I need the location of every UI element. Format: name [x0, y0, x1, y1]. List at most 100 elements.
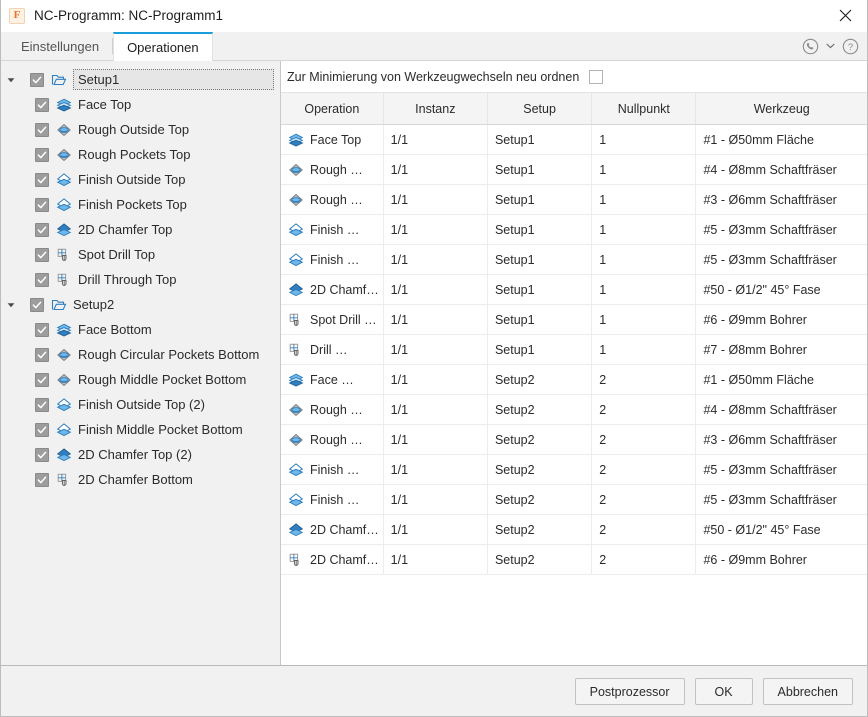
tree-item-checkbox[interactable]	[35, 222, 49, 237]
phone-support-icon[interactable]	[801, 37, 819, 55]
help-question-icon[interactable]: ?	[841, 37, 859, 55]
table-row[interactable]: 2D Chamfe… 1/1 Setup2 2 #50 - Ø1/2" 45° Fase	[281, 514, 867, 545]
tree-item-checkbox[interactable]	[30, 72, 44, 87]
table-row[interactable]: Rough … 1/1 Setup2 2 #3 - Ø6mm Schaftfräser	[281, 424, 867, 455]
chevron-down-icon[interactable]	[824, 37, 836, 55]
tree-row[interactable]: 2D Chamfer Bottom	[1, 467, 280, 492]
close-icon[interactable]	[823, 0, 868, 31]
tree-expand-toggle-icon[interactable]	[1, 301, 21, 309]
operation-name: Finish …	[310, 222, 360, 237]
tree-row[interactable]: Spot Drill Top	[1, 242, 280, 267]
contour-finish-icon	[288, 492, 304, 508]
tree-item-label: Rough Middle Pocket Bottom	[78, 372, 247, 387]
reorder-checkbox[interactable]	[589, 69, 604, 84]
table-row[interactable]: Face … 1/1 Setup2 2 #1 - Ø50mm Fläche	[281, 364, 867, 395]
cell-werkzeug: #6 - Ø9mm Bohrer	[695, 304, 867, 335]
tree-row[interactable]: Face Bottom	[1, 317, 280, 342]
tree-row[interactable]: Face Top	[1, 92, 280, 117]
cell-operation: 2D Chamfe…	[281, 514, 384, 545]
tree-item-label: Face Bottom	[78, 322, 152, 337]
tree-expand-toggle-icon[interactable]	[1, 76, 21, 84]
tree-item-checkbox[interactable]	[35, 197, 49, 212]
column-header-setup[interactable]: Setup	[487, 93, 593, 125]
cell-nullpunkt: 1	[591, 304, 697, 335]
table-row[interactable]: Finish … 1/1 Setup1 1 #5 - Ø3mm Schaftfräser	[281, 244, 867, 275]
tree-row[interactable]: Rough Middle Pocket Bottom	[1, 367, 280, 392]
cell-setup: Setup1	[487, 304, 593, 335]
cell-operation: Rough …	[281, 424, 384, 455]
cell-operation: Face …	[281, 364, 384, 395]
adaptive-rough-icon	[56, 347, 72, 363]
tree-row[interactable]: 2D Chamfer Top (2)	[1, 442, 280, 467]
tree-row[interactable]: Rough Pockets Top	[1, 142, 280, 167]
cell-nullpunkt: 2	[591, 514, 697, 545]
column-header-nullpunkt[interactable]: Nullpunkt	[591, 93, 697, 125]
cell-nullpunkt: 1	[591, 334, 697, 365]
setup-folder-icon	[51, 297, 67, 313]
table-row[interactable]: Drill … 1/1 Setup1 1 #7 - Ø8mm Bohrer	[281, 334, 867, 365]
tree-row[interactable]: Rough Circular Pockets Bottom	[1, 342, 280, 367]
cell-nullpunkt: 1	[591, 184, 697, 215]
cell-werkzeug: #1 - Ø50mm Fläche	[695, 364, 867, 395]
cell-instanz: 1/1	[383, 334, 488, 365]
cancel-button[interactable]: Abbrechen	[762, 678, 853, 705]
column-header-operation[interactable]: Operation	[281, 93, 384, 125]
table-row[interactable]: Spot Drill … 1/1 Setup1 1 #6 - Ø9mm Bohrer	[281, 304, 867, 335]
table-row[interactable]: Rough … 1/1 Setup1 1 #4 - Ø8mm Schaftfräser	[281, 154, 867, 185]
tree-row[interactable]: Finish Outside Top (2)	[1, 392, 280, 417]
tree-item-label: Drill Through Top	[78, 272, 177, 287]
table-row[interactable]: 2D Chamfe… 1/1 Setup1 1 #50 - Ø1/2" 45° Fase	[281, 274, 867, 305]
cell-instanz: 1/1	[383, 154, 488, 185]
operation-cell-content: Finish …	[288, 462, 382, 478]
tree-item-checkbox[interactable]	[35, 347, 49, 362]
cell-setup: Setup1	[487, 214, 593, 245]
tree-row[interactable]: Setup1	[1, 67, 280, 92]
table-row[interactable]: Face Top 1/1 Setup1 1 #1 - Ø50mm Fläche	[281, 124, 867, 155]
tree-row[interactable]: 2D Chamfer Top	[1, 217, 280, 242]
tree-item-checkbox[interactable]	[35, 447, 49, 462]
adaptive-rough-icon	[56, 372, 72, 388]
tree-item-checkbox[interactable]	[35, 97, 49, 112]
cell-instanz: 1/1	[383, 304, 488, 335]
table-row[interactable]: Rough … 1/1 Setup2 2 #4 - Ø8mm Schaftfräser	[281, 394, 867, 425]
tree-item-checkbox[interactable]	[35, 472, 49, 487]
tree-item-checkbox[interactable]	[35, 322, 49, 337]
tree-item-checkbox[interactable]	[35, 172, 49, 187]
table-row[interactable]: 2D Chamfe… 1/1 Setup2 2 #6 - Ø9mm Bohrer	[281, 544, 867, 575]
table-row[interactable]: Finish … 1/1 Setup2 2 #5 - Ø3mm Schaftfräser	[281, 484, 867, 515]
tree-row[interactable]: Finish Outside Top	[1, 167, 280, 192]
tree-item-checkbox[interactable]	[35, 122, 49, 137]
tree-item-checkbox[interactable]	[30, 297, 44, 312]
operation-name: Rough …	[310, 192, 363, 207]
tree-item-name-input[interactable]: Setup1	[73, 69, 274, 90]
tree-item-checkbox[interactable]	[35, 422, 49, 437]
column-header-werkzeug[interactable]: Werkzeug	[695, 93, 867, 125]
cell-nullpunkt: 2	[591, 454, 697, 485]
tree-item-checkbox[interactable]	[35, 372, 49, 387]
table-row[interactable]: Finish … 1/1 Setup2 2 #5 - Ø3mm Schaftfräser	[281, 454, 867, 485]
table-row[interactable]: Finish … 1/1 Setup1 1 #5 - Ø3mm Schaftfräser	[281, 214, 867, 245]
tree-item-checkbox[interactable]	[35, 272, 49, 287]
column-header-instanz[interactable]: Instanz	[383, 93, 488, 125]
cell-operation: Face Top	[281, 124, 384, 155]
tree-item-checkbox[interactable]	[35, 247, 49, 262]
table-row[interactable]: Rough … 1/1 Setup1 1 #3 - Ø6mm Schaftfräser	[281, 184, 867, 215]
tab-einstellungen[interactable]: Einstellungen	[8, 32, 112, 60]
cell-nullpunkt: 1	[591, 124, 697, 155]
tree-item-checkbox[interactable]	[35, 397, 49, 412]
operations-table-scroll[interactable]: Operation Instanz Setup Nullpunkt Werkze…	[281, 92, 867, 665]
tree-row[interactable]: Setup2	[1, 292, 280, 317]
tab-operationen[interactable]: Operationen	[113, 32, 213, 61]
ok-button[interactable]: OK	[694, 678, 753, 705]
contour-finish-icon	[288, 222, 304, 238]
postprocessor-button[interactable]: Postprozessor	[574, 678, 685, 705]
cell-operation: Finish …	[281, 484, 384, 515]
tree-row[interactable]: Finish Middle Pocket Bottom	[1, 417, 280, 442]
tree-row[interactable]: Rough Outside Top	[1, 117, 280, 142]
tree-row[interactable]: Finish Pockets Top	[1, 192, 280, 217]
operation-cell-content: Rough …	[288, 402, 382, 418]
tree-item-checkbox[interactable]	[35, 147, 49, 162]
tree-row[interactable]: Drill Through Top	[1, 267, 280, 292]
nc-program-dialog: F NC-Programm: NC-Programm1 Einstellunge…	[0, 0, 868, 717]
operation-cell-content: 2D Chamfe…	[288, 522, 382, 538]
